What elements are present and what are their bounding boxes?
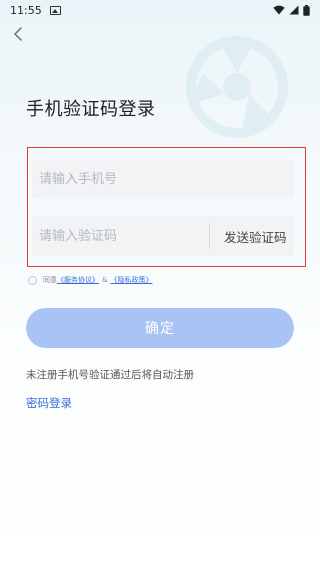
service-agreement-link[interactable]: 《服务协议》 [57, 275, 99, 285]
watermark-logo-icon [186, 36, 288, 138]
chevron-left-icon [14, 27, 22, 41]
phone-input[interactable] [32, 159, 294, 199]
agreement-joiner: & [102, 276, 108, 284]
send-code-button[interactable]: 发送验证码 [209, 223, 299, 249]
auto-register-hint: 未注册手机号验证通过后将自动注册 [26, 369, 194, 381]
back-button[interactable] [8, 24, 28, 44]
battery-icon [303, 4, 310, 16]
phone-input-row [32, 159, 294, 199]
code-input-row: 发送验证码 [32, 216, 294, 256]
privacy-policy-link[interactable]: 《隐私政策》 [110, 275, 152, 285]
page-title: 手机验证码登录 [26, 99, 156, 120]
image-notification-icon [49, 5, 61, 15]
agreement-prefix: 同意 [43, 276, 57, 284]
agreement-row: 同意 《服务协议》 & 《隐私政策》 [28, 274, 152, 286]
confirm-button[interactable]: 确定 [26, 308, 294, 348]
status-bar: 11:55 [0, 0, 320, 20]
agreement-checkbox[interactable] [28, 275, 37, 285]
verification-code-input[interactable] [32, 216, 209, 256]
status-left: 11:55 [10, 4, 61, 17]
wifi-icon [273, 5, 285, 15]
password-login-link[interactable]: 密码登录 [26, 395, 72, 411]
cellular-icon [289, 5, 299, 15]
status-right [273, 4, 310, 16]
status-time: 11:55 [10, 3, 42, 17]
